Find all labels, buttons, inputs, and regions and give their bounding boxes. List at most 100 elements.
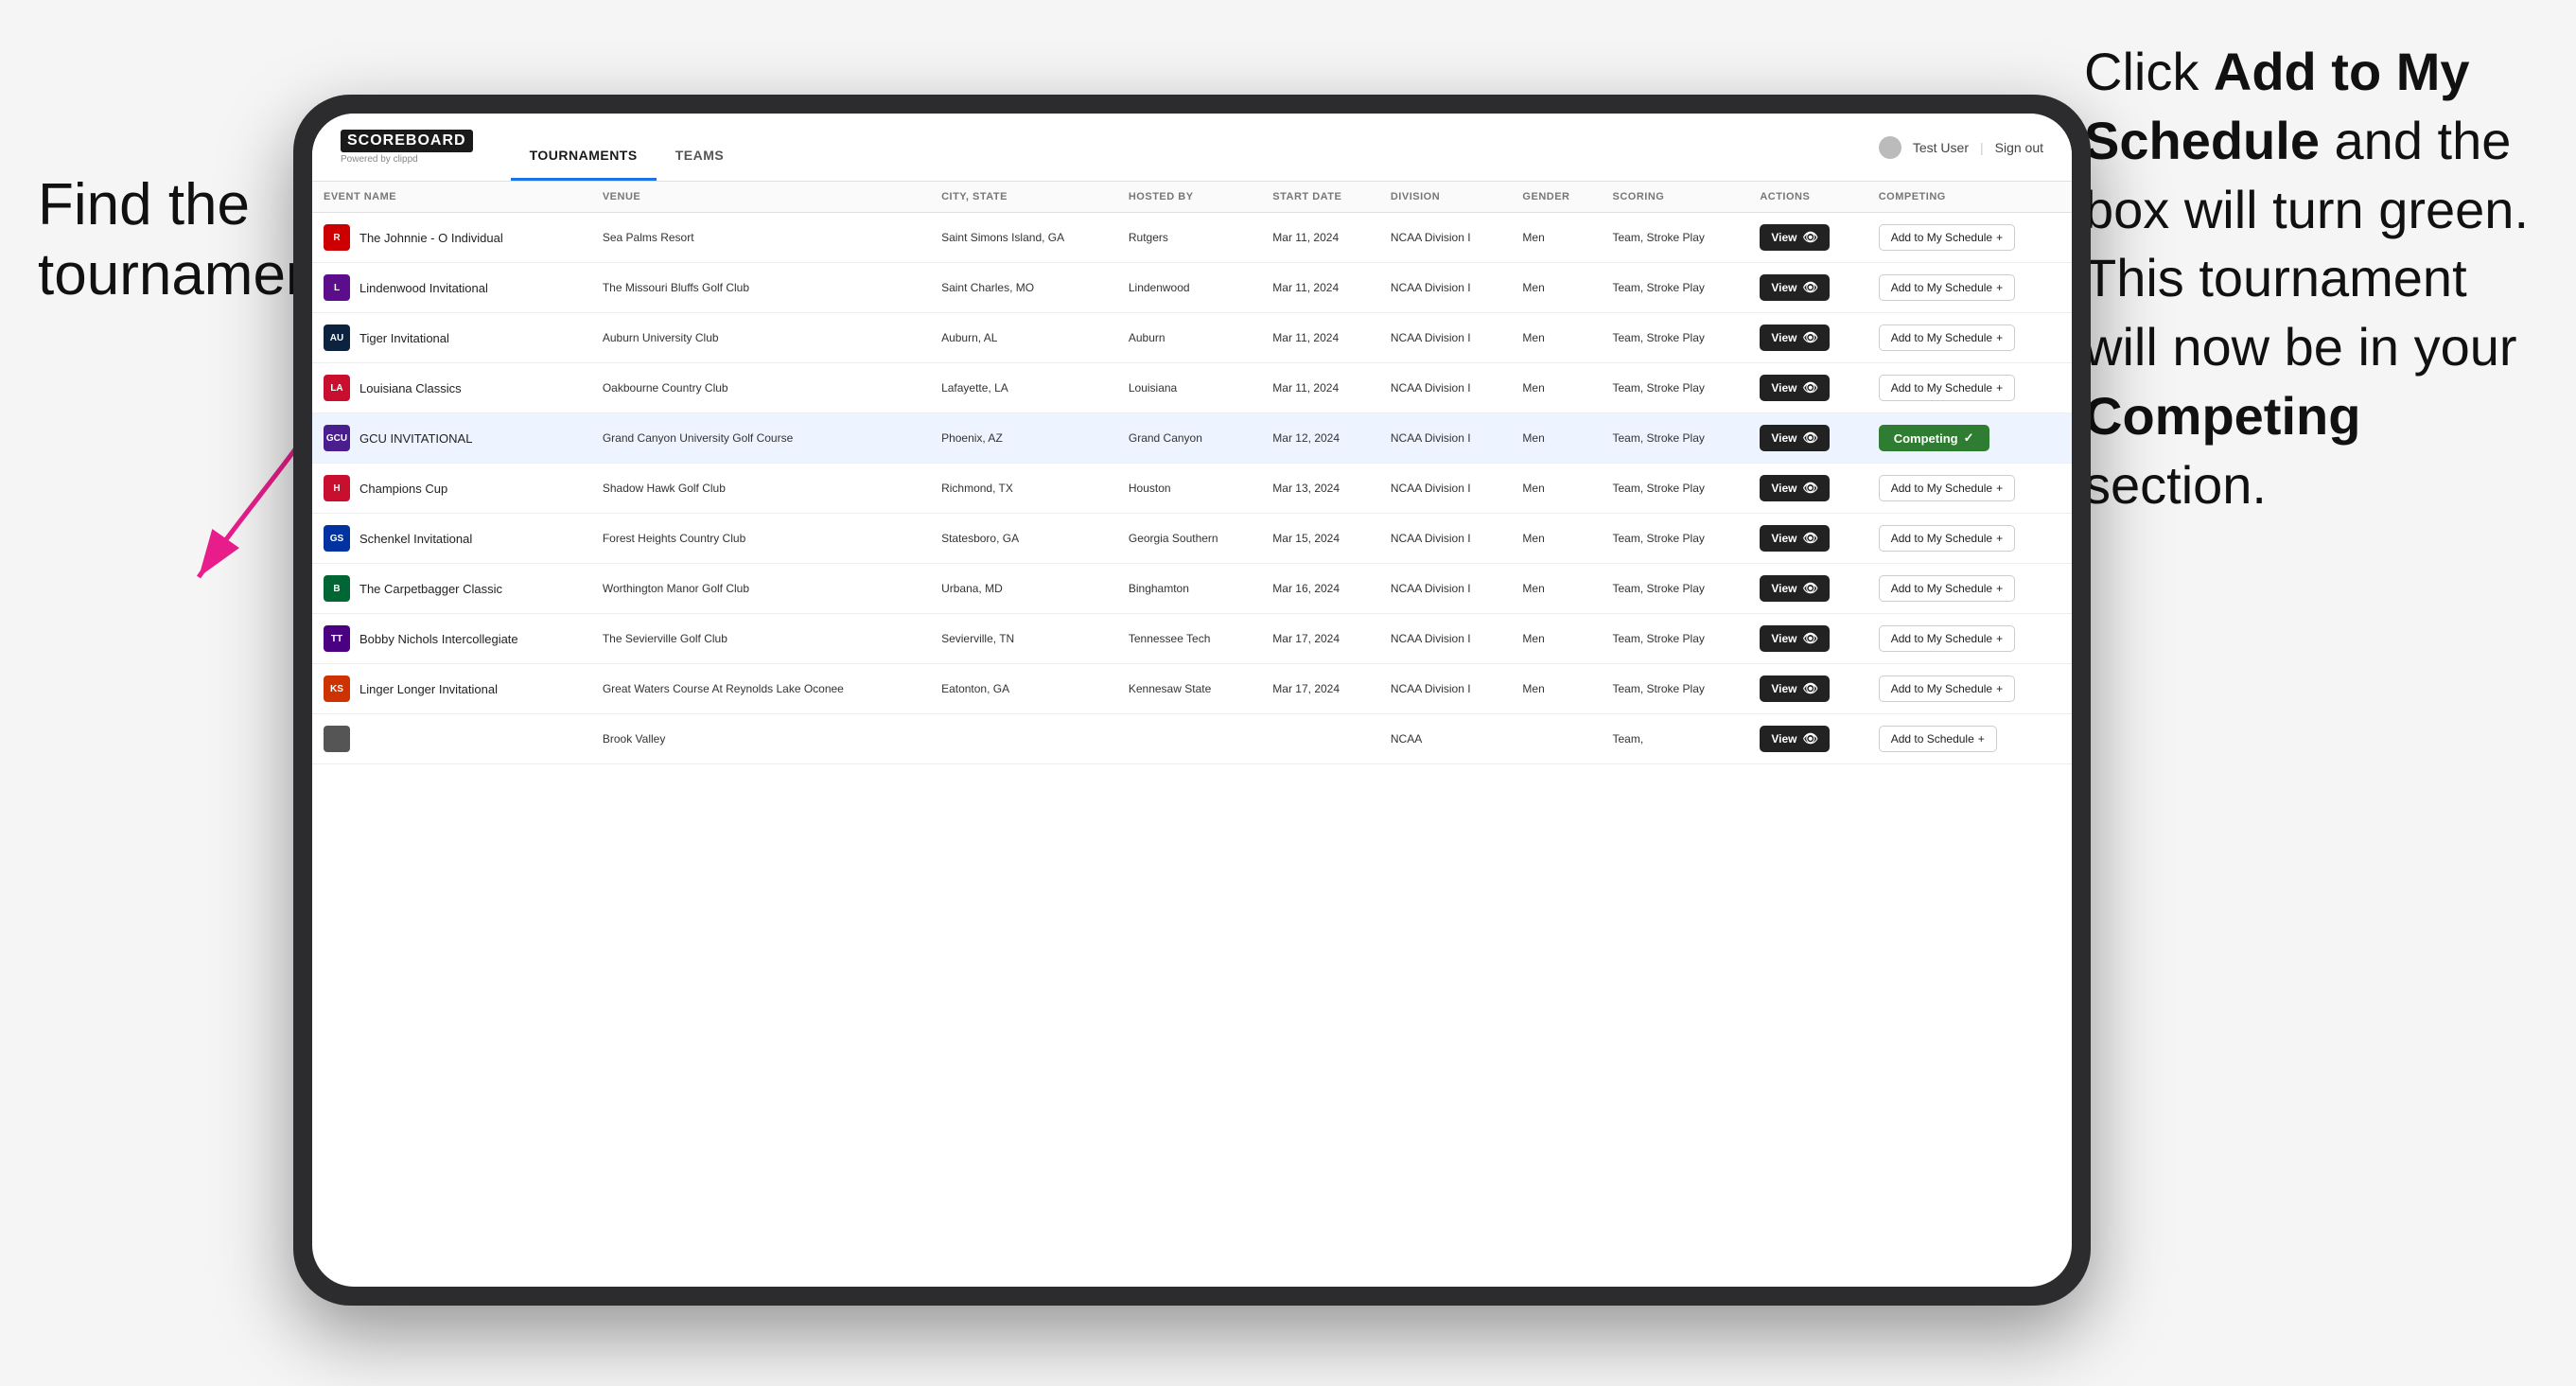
view-button[interactable]: View 👁 — [1760, 575, 1830, 602]
competing-cell: Add to My Schedule + — [1867, 464, 2072, 514]
add-to-schedule-button[interactable]: Add to Schedule + — [1879, 726, 1997, 752]
eye-icon: 👁 — [1802, 380, 1818, 395]
add-to-schedule-button[interactable]: Add to My Schedule + — [1879, 575, 2015, 602]
table-row: R The Johnnie - O Individual Sea Palms R… — [312, 213, 2072, 263]
view-button[interactable]: View 👁 — [1760, 224, 1830, 251]
city-state-cell: Saint Simons Island, GA — [930, 213, 1117, 263]
view-button[interactable]: View 👁 — [1760, 726, 1830, 752]
gender-cell: Men — [1511, 514, 1601, 564]
plus-icon: + — [1996, 582, 2003, 595]
checkmark-icon: ✓ — [1964, 430, 1974, 446]
view-button[interactable]: View 👁 — [1760, 325, 1830, 351]
competing-cell: Add to My Schedule + — [1867, 514, 2072, 564]
gender-cell: Men — [1511, 564, 1601, 614]
view-button[interactable]: View 👁 — [1760, 525, 1830, 552]
view-button[interactable]: View 👁 — [1760, 274, 1830, 301]
add-label: Add to My Schedule — [1891, 582, 1992, 595]
view-button[interactable]: View 👁 — [1760, 625, 1830, 652]
user-label: Test User — [1913, 140, 1969, 155]
col-actions: ACTIONS — [1748, 182, 1866, 213]
add-to-schedule-button[interactable]: Add to My Schedule + — [1879, 325, 2015, 351]
plus-icon: + — [1996, 532, 2003, 545]
division-cell: NCAA Division I — [1379, 263, 1512, 313]
actions-cell: View 👁 — [1748, 514, 1866, 564]
right-instruction: Click Add to My Schedule and the box wil… — [2084, 38, 2538, 520]
event-name-cell: KS Linger Longer Invitational — [312, 664, 591, 714]
view-label: View — [1771, 732, 1796, 746]
event-name-cell: L Lindenwood Invitational — [312, 263, 591, 313]
actions-cell: View 👁 — [1748, 614, 1866, 664]
eye-icon: 👁 — [1802, 280, 1818, 295]
col-start-date: START DATE — [1261, 182, 1379, 213]
nav-tab-tournaments[interactable]: TOURNAMENTS — [511, 148, 657, 181]
event-name-text: GCU INVITATIONAL — [359, 431, 472, 446]
plus-icon: + — [1996, 482, 2003, 495]
division-cell: NCAA Division I — [1379, 664, 1512, 714]
event-name-cell — [312, 714, 591, 764]
event-name-text: Tiger Invitational — [359, 331, 449, 345]
gender-cell: Men — [1511, 413, 1601, 464]
view-button[interactable]: View 👁 — [1760, 475, 1830, 501]
hosted-by-cell: Lindenwood — [1117, 263, 1261, 313]
city-state-cell: Richmond, TX — [930, 464, 1117, 514]
add-label: Add to My Schedule — [1891, 482, 1992, 495]
actions-cell: View 👁 — [1748, 313, 1866, 363]
event-name-text: Lindenwood Invitational — [359, 281, 488, 295]
scoring-cell: Team, Stroke Play — [1602, 514, 1749, 564]
division-cell: NCAA Division I — [1379, 213, 1512, 263]
scoring-cell: Team, Stroke Play — [1602, 464, 1749, 514]
city-state-cell: Lafayette, LA — [930, 363, 1117, 413]
eye-icon: 👁 — [1802, 631, 1818, 646]
start-date-cell: Mar 17, 2024 — [1261, 664, 1379, 714]
city-state-cell: Auburn, AL — [930, 313, 1117, 363]
add-to-schedule-button[interactable]: Add to My Schedule + — [1879, 675, 2015, 702]
actions-cell: View 👁 — [1748, 213, 1866, 263]
actions-cell: View 👁 — [1748, 413, 1866, 464]
view-button[interactable]: View 👁 — [1760, 425, 1830, 451]
event-name-cell: TT Bobby Nichols Intercollegiate — [312, 614, 591, 664]
team-logo: AU — [324, 325, 350, 351]
gender-cell: Men — [1511, 213, 1601, 263]
add-to-schedule-button[interactable]: Add to My Schedule + — [1879, 274, 2015, 301]
hosted-by-cell: Auburn — [1117, 313, 1261, 363]
nav-tab-teams[interactable]: TEAMS — [657, 148, 744, 181]
hosted-by-cell: Kennesaw State — [1117, 664, 1261, 714]
tablet-screen: SCOREBOARD Powered by clippd TOURNAMENTS… — [312, 114, 2072, 1287]
division-cell: NCAA Division I — [1379, 313, 1512, 363]
event-name-cell: AU Tiger Invitational — [312, 313, 591, 363]
logo-area: SCOREBOARD Powered by clippd — [341, 130, 473, 165]
view-button[interactable]: View 👁 — [1760, 375, 1830, 401]
add-label: Add to My Schedule — [1891, 381, 1992, 395]
scoring-cell: Team, Stroke Play — [1602, 664, 1749, 714]
add-label: Add to Schedule — [1891, 732, 1974, 746]
scoring-cell: Team, Stroke Play — [1602, 263, 1749, 313]
add-to-schedule-button[interactable]: Add to My Schedule + — [1879, 525, 2015, 552]
view-label: View — [1771, 682, 1796, 695]
view-label: View — [1771, 281, 1796, 294]
add-to-schedule-button[interactable]: Add to My Schedule + — [1879, 475, 2015, 501]
table-row: AU Tiger Invitational Auburn University … — [312, 313, 2072, 363]
actions-cell: View 👁 — [1748, 263, 1866, 313]
table-row: GCU GCU INVITATIONAL Grand Canyon Univer… — [312, 413, 2072, 464]
venue-cell: Oakbourne Country Club — [591, 363, 930, 413]
team-logo: KS — [324, 675, 350, 702]
sign-out-link[interactable]: Sign out — [1995, 140, 2043, 155]
add-to-schedule-button[interactable]: Add to My Schedule + — [1879, 224, 2015, 251]
add-to-schedule-button[interactable]: Add to My Schedule + — [1879, 625, 2015, 652]
division-cell: NCAA Division I — [1379, 413, 1512, 464]
division-cell: NCAA — [1379, 714, 1512, 764]
hosted-by-cell: Rutgers — [1117, 213, 1261, 263]
col-event-name: EVENT NAME — [312, 182, 591, 213]
event-name-text: The Johnnie - O Individual — [359, 231, 503, 245]
competing-button[interactable]: Competing ✓ — [1879, 425, 1989, 451]
scoring-cell: Team, Stroke Play — [1602, 213, 1749, 263]
team-logo: R — [324, 224, 350, 251]
team-logo — [324, 726, 350, 752]
plus-icon: + — [1978, 732, 1985, 746]
add-to-schedule-button[interactable]: Add to My Schedule + — [1879, 375, 2015, 401]
actions-cell: View 👁 — [1748, 363, 1866, 413]
view-label: View — [1771, 632, 1796, 645]
hosted-by-cell — [1117, 714, 1261, 764]
hosted-by-cell: Louisiana — [1117, 363, 1261, 413]
view-button[interactable]: View 👁 — [1760, 675, 1830, 702]
